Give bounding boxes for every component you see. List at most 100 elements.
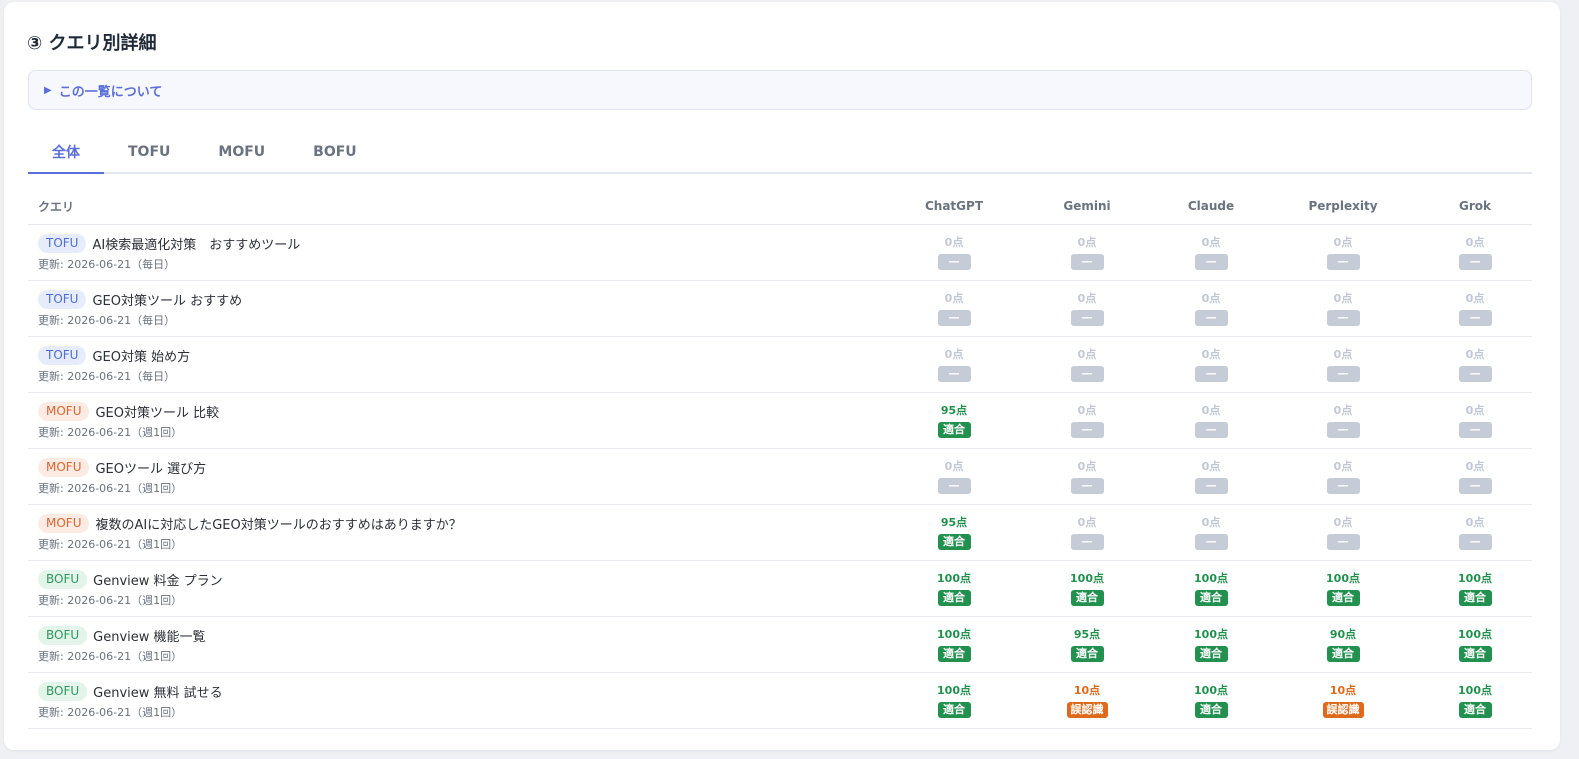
score-value: 100点	[1194, 627, 1228, 641]
column-header-perplexity: Perplexity	[1268, 188, 1418, 225]
status-badge: —	[1070, 477, 1104, 494]
status-badge: 適合	[1070, 645, 1104, 662]
tab-tofu[interactable]: TOFU	[104, 132, 194, 172]
query-line: BOFU Genview 無料 試せる	[38, 681, 888, 701]
status-badge: —	[1194, 309, 1228, 326]
result-cell-gemini: 95点適合	[1020, 616, 1154, 673]
result-cell-grok: 100点適合	[1418, 672, 1532, 729]
updated-text: 更新: 2026-06-21（週1回）	[38, 537, 183, 551]
query-text: 複数のAIに対応したGEO対策ツールのおすすめはありますか？	[95, 517, 462, 533]
status-badge: —	[1070, 365, 1104, 382]
result-cell-gemini: 100点 適合	[1020, 560, 1154, 617]
status-badge: 適合	[1194, 645, 1228, 662]
status-badge: —	[1458, 477, 1492, 494]
result-cell-claude: 0点 —	[1154, 336, 1268, 393]
score-value: 100点	[1458, 571, 1492, 585]
result-cell-grok: 100点適合	[1418, 560, 1532, 617]
updated-text: 更新: 2026-06-21（毎日）	[38, 257, 176, 271]
status-badge: 適合	[1458, 589, 1492, 606]
result-cell-chatgpt: 0点 —	[888, 280, 1020, 337]
query-text: GEO対策 始め方	[92, 349, 191, 365]
score-value: 0点	[1333, 515, 1353, 529]
score-value: 10点	[1073, 683, 1101, 697]
query-text: Genview 無料 試せる	[93, 685, 223, 701]
result-cell-chatgpt: 0点 —	[888, 448, 1020, 505]
result-cell-gemini: 0点 —	[1020, 504, 1154, 561]
status-badge: 適合	[937, 533, 971, 550]
column-header-chatgpt: ChatGPT	[888, 188, 1020, 225]
query-line: MOFU GEOツール 選び方	[38, 457, 888, 477]
query-cell: TOFU AI検索最適化対策 おすすめツール 更新: 2026-06-21（毎日）	[28, 224, 888, 281]
query-text: Genview 料金 プラン	[93, 573, 223, 589]
score-value: 10点	[1329, 683, 1357, 697]
updated-text: 更新: 2026-06-21（週1回）	[38, 705, 183, 719]
status-badge: —	[1458, 533, 1492, 550]
table-row: BOFU Genview 機能一覧 更新: 2026-06-21（週1回） 100点適…	[28, 616, 1532, 673]
score-value: 0点	[1333, 403, 1353, 417]
expand-triangle-icon: ▶	[44, 84, 52, 96]
status-badge: —	[1326, 477, 1360, 494]
status-badge: 適合	[1458, 645, 1492, 662]
tab-bofu[interactable]: BOFU	[289, 132, 381, 172]
section-title: ③ クエリ別詳細	[27, 33, 157, 54]
about-this-list-toggle[interactable]: ▶ この一覧について	[28, 70, 1532, 110]
result-cell-gemini: 0点 —	[1020, 392, 1154, 449]
tab-mofu[interactable]: MOFU	[194, 132, 289, 172]
status-badge: —	[1458, 253, 1492, 270]
status-badge: 適合	[937, 589, 971, 606]
score-value: 0点	[1465, 403, 1485, 417]
tab-all[interactable]: 全体	[28, 132, 104, 174]
stage-tag: BOFU	[38, 681, 88, 701]
query-text: GEO対策ツール おすすめ	[92, 293, 243, 309]
score-value: 0点	[1333, 459, 1353, 473]
result-cell-claude: 100点 適合	[1154, 560, 1268, 617]
table-row: MOFU GEOツール 選び方 更新: 2026-06-21（週1回） 0点 —0点 —0…	[28, 448, 1532, 505]
score-value: 0点	[1077, 403, 1097, 417]
result-cell-claude: 0点 —	[1154, 448, 1268, 505]
status-badge: 適合	[1070, 589, 1104, 606]
result-cell-chatgpt: 100点適合	[888, 672, 1020, 729]
score-value: 0点	[1465, 515, 1485, 529]
score-value: 0点	[1333, 291, 1353, 305]
column-header-claude: Claude	[1154, 188, 1268, 225]
score-value: 0点	[1201, 515, 1221, 529]
status-badge: 適合	[1458, 701, 1492, 718]
result-cell-claude: 100点適合	[1154, 616, 1268, 673]
result-cell-perplexity: 0点 —	[1268, 280, 1418, 337]
status-badge: 適合	[1326, 645, 1360, 662]
result-cell-gemini: 0点 —	[1020, 280, 1154, 337]
status-badge: —	[1326, 253, 1360, 270]
table-row: BOFU Genview 無料 試せる更新: 2026-06-21（週1回） 100…	[28, 672, 1532, 729]
score-value: 100点	[1326, 571, 1360, 585]
query-line: TOFU GEO対策 始め方	[38, 345, 888, 365]
table-row: BOFU Genview 料金 プラン 更新: 2026-06-21（週1回） 100…	[28, 560, 1532, 617]
query-text: AI検索最適化対策 おすすめツール	[92, 237, 301, 253]
updated-text: 更新: 2026-06-21（毎日）	[38, 313, 176, 327]
result-cell-perplexity: 0点 —	[1268, 392, 1418, 449]
status-badge: 適合	[1326, 589, 1360, 606]
score-value: 100点	[937, 571, 971, 585]
query-cell: MOFU GEOツール 選び方 更新: 2026-06-21（週1回）	[28, 448, 888, 505]
score-value: 100点	[1458, 683, 1492, 697]
query-line: MOFU 複数のAIに対応したGEO対策ツールのおすすめはありますか？	[38, 513, 888, 533]
table-row: MOFU GEO対策ツール 比較 更新: 2026-06-21（週1回） 95点 適合 0…	[28, 392, 1532, 449]
result-cell-claude: 0点 —	[1154, 280, 1268, 337]
stage-tag: BOFU	[38, 625, 88, 645]
stage-tag: MOFU	[38, 401, 90, 421]
score-value: 90点	[1329, 627, 1357, 641]
status-badge: 適合	[937, 701, 971, 718]
score-value: 95点	[1073, 627, 1101, 641]
score-value: 100点	[937, 683, 971, 697]
column-header-gemini: Gemini	[1020, 188, 1154, 225]
result-cell-perplexity: 0点 —	[1268, 504, 1418, 561]
result-cell-claude: 100点 適合	[1154, 672, 1268, 729]
query-cell: TOFU GEO対策ツール おすすめ 更新: 2026-06-21（毎日）	[28, 280, 888, 337]
status-badge: —	[1326, 421, 1360, 438]
result-cell-chatgpt: 95点 適合	[888, 392, 1020, 449]
score-value: 0点	[944, 347, 964, 361]
score-value: 100点	[937, 627, 971, 641]
score-value: 0点	[1201, 403, 1221, 417]
about-label: この一覧について	[58, 84, 163, 100]
query-line: BOFU Genview 料金 プラン	[38, 569, 888, 589]
result-cell-claude: 0点 —	[1154, 504, 1268, 561]
